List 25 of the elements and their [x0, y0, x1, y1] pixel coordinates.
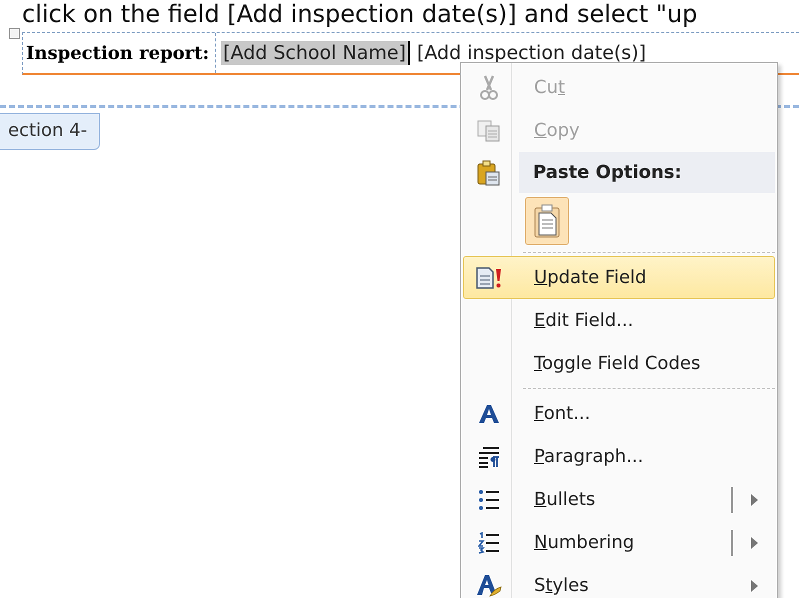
menu-item[interactable]: Styles: [463, 564, 775, 598]
header-label: Inspection report:: [23, 33, 216, 73]
font-icon: [478, 404, 500, 424]
menu-section-header: Paste Options:: [519, 152, 775, 193]
paste-document-icon: [534, 204, 560, 238]
paragraph-icon: [478, 446, 500, 468]
menu-item[interactable]: Paragraph...: [463, 435, 775, 478]
menu-item[interactable]: Bullets: [463, 478, 775, 521]
menu-item[interactable]: Edit Field...: [463, 299, 775, 342]
menu-item[interactable]: Update Field: [463, 256, 775, 299]
scissors-icon: [479, 74, 499, 100]
menu-item[interactable]: Numbering: [463, 521, 775, 564]
menu-item[interactable]: Toggle Field Codes: [463, 342, 775, 385]
styles-icon: [476, 572, 502, 598]
numbering-icon: [478, 532, 500, 554]
document-field[interactable]: [Add inspection date(s)]: [414, 41, 648, 65]
instruction-text: click on the field [Add inspection date(s)] and select "up: [22, 0, 698, 28]
update-field-icon: [475, 266, 503, 288]
paste-option-button[interactable]: [525, 197, 569, 245]
menu-item[interactable]: Font...: [463, 392, 775, 435]
copy-icon: [477, 120, 501, 142]
clipboard-icon: [476, 160, 500, 186]
document-field[interactable]: [Add School Name]: [221, 41, 410, 65]
table-handle-icon[interactable]: [9, 28, 20, 39]
bullets-icon: [478, 488, 500, 510]
